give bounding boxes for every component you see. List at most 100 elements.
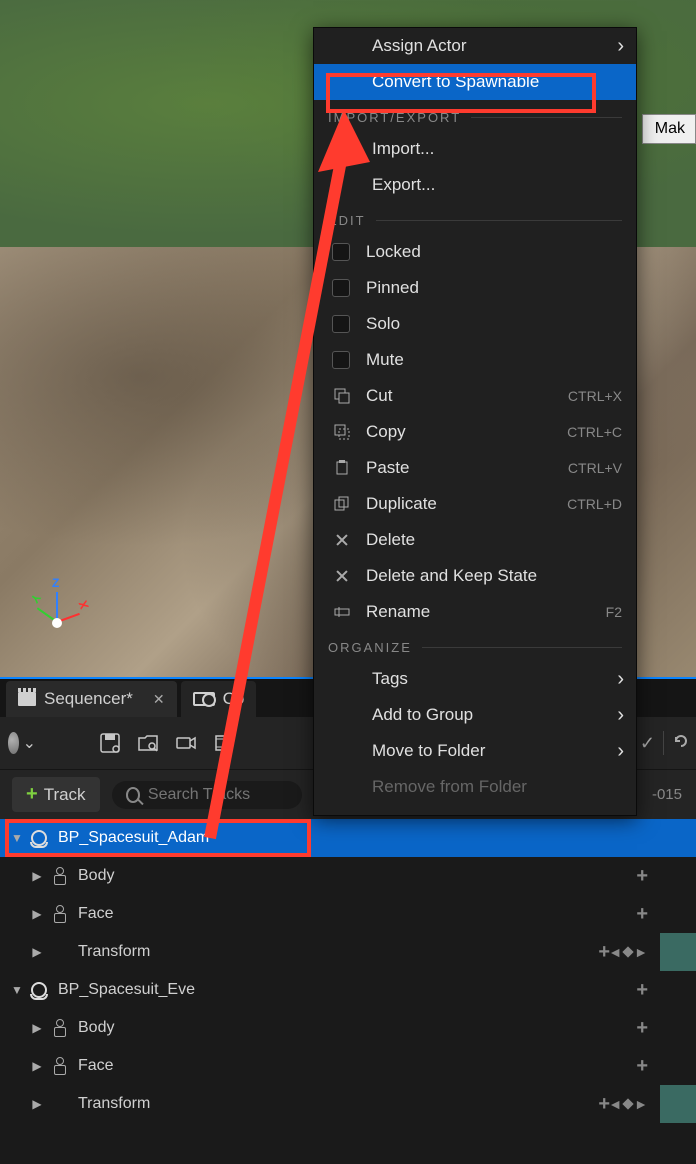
- menu-copy[interactable]: Copy CTRL+C: [314, 414, 636, 450]
- timeline-lane-selected[interactable]: [626, 819, 696, 857]
- tab-sequencer[interactable]: Sequencer* ✕: [6, 681, 177, 717]
- menu-add-to-group[interactable]: Add to Group: [314, 697, 636, 733]
- menu-delete-and-keep-state[interactable]: Delete and Keep State: [314, 558, 636, 594]
- tab-label: Co: [223, 689, 245, 709]
- timeline-clip[interactable]: [660, 933, 696, 971]
- key-nav[interactable]: ◄►: [608, 1096, 648, 1112]
- track-label: Transform: [78, 943, 150, 961]
- menu-export[interactable]: Export...: [314, 167, 636, 203]
- menu-remove-from-folder: Remove from Folder: [314, 769, 636, 805]
- track-row-face[interactable]: ▶Face+: [0, 895, 696, 933]
- add-section-button[interactable]: +: [636, 1017, 648, 1040]
- track-label: Body: [78, 867, 114, 885]
- menu-section: IMPORT/EXPORT: [314, 100, 636, 131]
- axis-gizmo[interactable]: [28, 592, 88, 652]
- track-row-bp-spacesuit-adam[interactable]: ▼BP_Spacesuit_Adam+: [0, 819, 696, 857]
- cut-icon: [330, 388, 354, 404]
- expand-icon[interactable]: ▼: [10, 983, 24, 997]
- menu-import[interactable]: Import...: [314, 131, 636, 167]
- shortcut: CTRL+C: [567, 424, 622, 440]
- track-row-transform[interactable]: ▶Transform+◄►: [0, 933, 696, 971]
- search-tracks[interactable]: [112, 781, 302, 809]
- menu-label: Export...: [372, 175, 435, 195]
- menu-cut[interactable]: CutCTRL+X: [314, 378, 636, 414]
- menu-assign-actor[interactable]: Assign Actor: [314, 28, 636, 64]
- menu-mute[interactable]: Mute: [314, 342, 636, 378]
- expand-icon[interactable]: ▼: [10, 831, 24, 845]
- expand-icon[interactable]: ▶: [30, 907, 44, 921]
- add-track-label: Track: [44, 785, 86, 805]
- undo-icon[interactable]: [672, 732, 690, 755]
- menu-label: Delete and Keep State: [366, 566, 537, 586]
- skeletal-mesh-icon: [48, 865, 70, 887]
- search-input[interactable]: [148, 786, 288, 804]
- check-icon[interactable]: ✓: [640, 733, 655, 754]
- track-row-body[interactable]: ▶Body+: [0, 1009, 696, 1047]
- menu-locked[interactable]: Locked: [314, 234, 636, 270]
- axis-origin-icon: [52, 618, 62, 628]
- add-section-button[interactable]: +: [636, 903, 648, 926]
- transform-icon: [48, 941, 70, 963]
- track-row-transform[interactable]: ▶Transform+◄►: [0, 1085, 696, 1123]
- copy-icon: [330, 424, 354, 440]
- menu-label: Assign Actor: [372, 36, 467, 56]
- expand-icon[interactable]: ▶: [30, 869, 44, 883]
- menu-label: Remove from Folder: [372, 777, 527, 797]
- add-section-button[interactable]: +: [636, 1055, 648, 1078]
- menu-paste[interactable]: PasteCTRL+V: [314, 450, 636, 486]
- track-row-body[interactable]: ▶ Body +: [0, 857, 696, 895]
- checkbox[interactable]: [332, 315, 350, 333]
- menu-section: ORGANIZE: [314, 630, 636, 661]
- expand-icon[interactable]: ▶: [30, 1097, 44, 1111]
- close-icon[interactable]: ✕: [153, 691, 165, 708]
- track-row-bp-spacesuit-eve[interactable]: ▼BP_Spacesuit_Eve+: [0, 971, 696, 1009]
- browse-button[interactable]: [134, 729, 162, 757]
- sequencer-outliner: ▼BP_Spacesuit_Adam+▶Body+▶Face+▶Transfor…: [0, 819, 696, 1164]
- menu-section: EDIT: [314, 203, 636, 234]
- camera-button[interactable]: [172, 729, 200, 757]
- menu-label: Convert to Spawnable: [372, 72, 539, 92]
- context-menu: Assign Actor Convert to Spawnable IMPORT/E…: [313, 27, 637, 816]
- render-button[interactable]: [210, 729, 238, 757]
- add-track-button[interactable]: + Track: [12, 777, 100, 812]
- checkbox[interactable]: [332, 279, 350, 297]
- menu-label: Rename: [366, 602, 430, 622]
- tab-content[interactable]: Co: [181, 681, 257, 717]
- menu-label: Duplicate: [366, 494, 437, 514]
- add-section-button[interactable]: +: [636, 865, 648, 888]
- menu-label: Pinned: [366, 278, 419, 298]
- timeline-clip[interactable]: [660, 1085, 696, 1123]
- world-dropdown[interactable]: ⌄: [8, 729, 36, 757]
- menu-solo[interactable]: Solo: [314, 306, 636, 342]
- menu-label: Add to Group: [372, 705, 473, 725]
- transform-icon: [48, 1093, 70, 1115]
- checkbox[interactable]: [332, 351, 350, 369]
- expand-icon[interactable]: ▶: [30, 1059, 44, 1073]
- save-button[interactable]: [96, 729, 124, 757]
- menu-move-to-folder[interactable]: Move to Folder: [314, 733, 636, 769]
- actor-icon: [28, 827, 50, 849]
- sequencer-icon: [18, 692, 36, 706]
- menu-duplicate[interactable]: DuplicateCTRL+D: [314, 486, 636, 522]
- menu-rename[interactable]: RenameF2: [314, 594, 636, 630]
- x-icon: [330, 569, 354, 583]
- menu-tags[interactable]: Tags: [314, 661, 636, 697]
- track-label: Transform: [78, 1095, 150, 1113]
- key-nav[interactable]: ◄►: [608, 944, 648, 960]
- track-row-face[interactable]: ▶Face+: [0, 1047, 696, 1085]
- menu-label: Copy: [366, 422, 406, 442]
- menu-convert-to-spawnable[interactable]: Convert to Spawnable: [314, 64, 636, 100]
- menu-label: Tags: [372, 669, 408, 689]
- checkbox[interactable]: [332, 243, 350, 261]
- menu-pinned[interactable]: Pinned: [314, 270, 636, 306]
- search-icon: [126, 787, 140, 803]
- actor-icon: [28, 979, 50, 1001]
- dup-icon: [330, 496, 354, 512]
- make-button[interactable]: Mak: [642, 114, 696, 144]
- expand-icon[interactable]: ▶: [30, 1021, 44, 1035]
- tab-label: Sequencer*: [44, 689, 133, 709]
- menu-delete[interactable]: Delete: [314, 522, 636, 558]
- expand-icon[interactable]: ▶: [30, 945, 44, 959]
- menu-label: Delete: [366, 530, 415, 550]
- add-section-button[interactable]: +: [636, 979, 648, 1002]
